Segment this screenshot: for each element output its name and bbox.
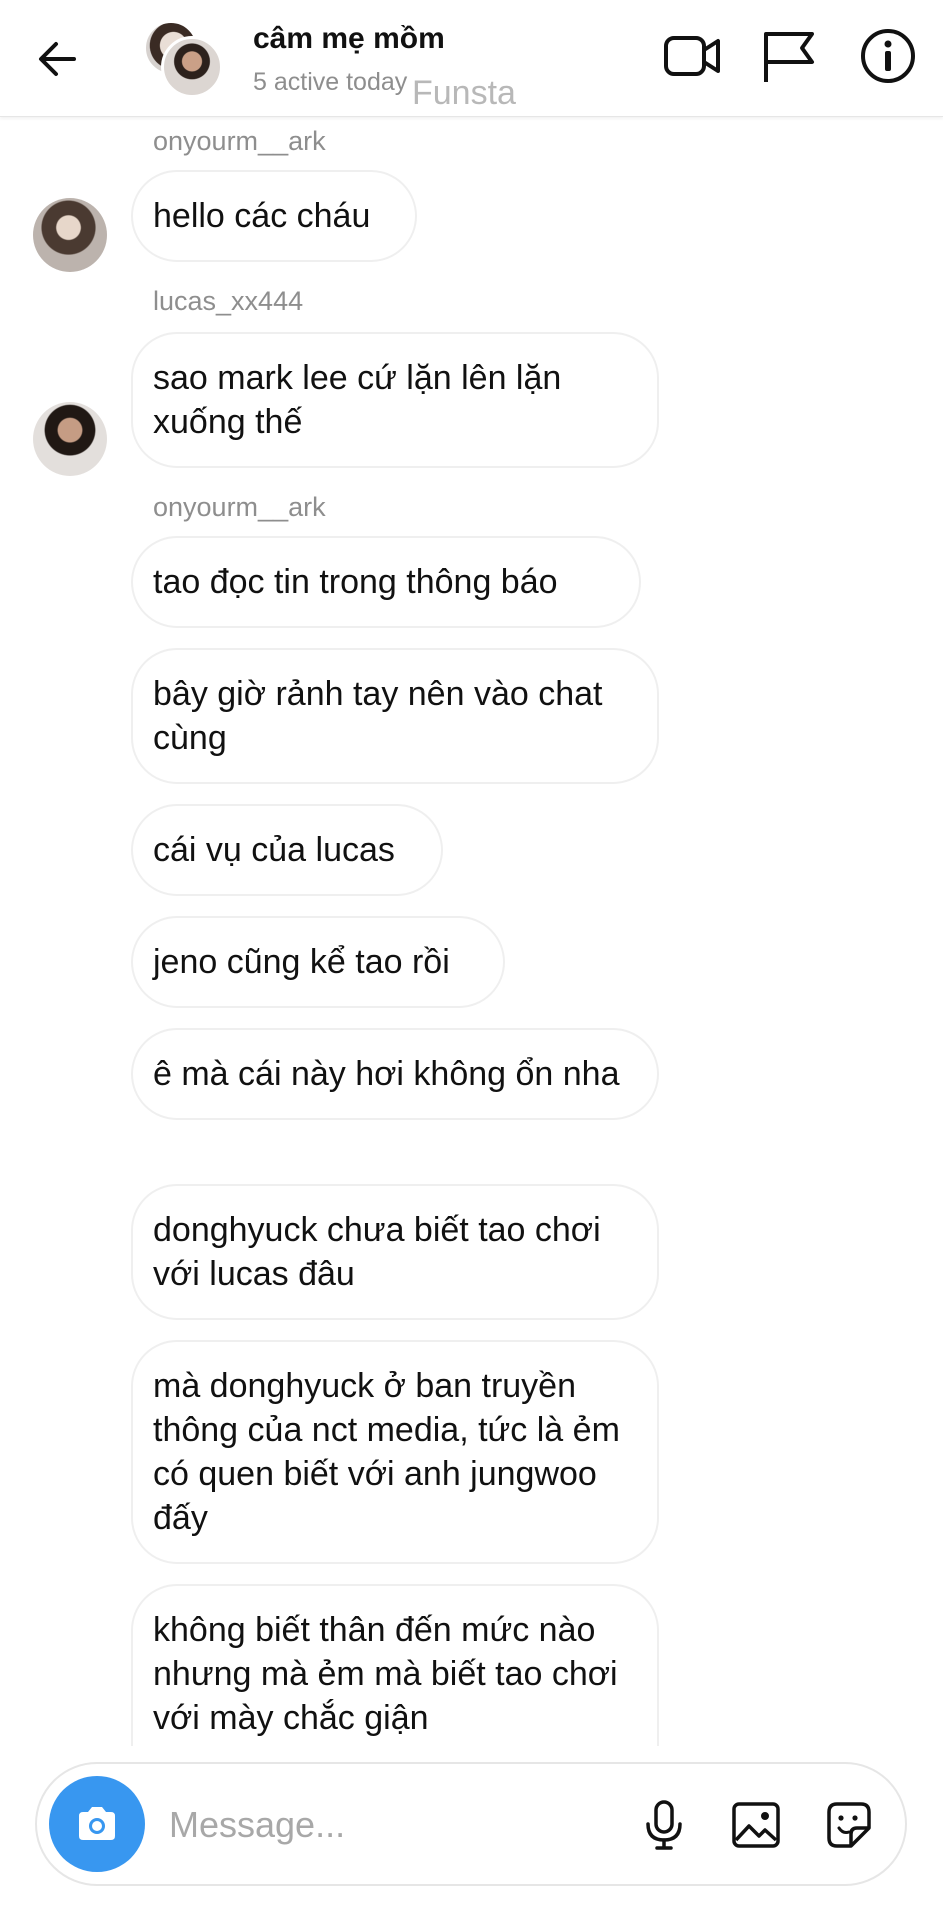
sender-avatar[interactable] [33, 402, 107, 476]
gallery-icon[interactable] [729, 1798, 783, 1852]
message-bubble[interactable]: cái vụ của lucas [131, 804, 443, 896]
sticker-icon[interactable] [821, 1798, 875, 1852]
camera-icon [79, 1807, 115, 1840]
watermark-text: Funsta [412, 74, 516, 112]
message-bubble[interactable]: sao mark lee cứ lặn lên lặn xuống thế [131, 332, 659, 468]
member-avatar [161, 36, 223, 98]
chat-title[interactable]: câm mẹ mồm [253, 22, 445, 56]
message-bubble[interactable]: tao đọc tin trong thông báo [131, 536, 641, 628]
camera-button[interactable] [49, 1776, 145, 1872]
message-bubble[interactable]: donghyuck chưa biết tao chơi với lucas đ… [131, 1184, 659, 1320]
message-input[interactable] [167, 1794, 641, 1856]
group-avatar[interactable] [143, 20, 223, 98]
video-camera-icon[interactable] [662, 26, 722, 86]
message-bubble[interactable]: mà donghyuck ở ban truyền thông của nct … [131, 1340, 659, 1564]
message-bubble[interactable]: ê mà cái này hơi không ổn nha [131, 1028, 659, 1120]
message-composer [35, 1762, 907, 1886]
sender-name: lucas_xx444 [153, 286, 304, 316]
message-bubble[interactable]: hello các cháu [131, 170, 417, 262]
flag-icon[interactable] [758, 26, 818, 86]
back-arrow-icon[interactable] [34, 36, 80, 82]
sender-avatar[interactable] [33, 198, 107, 272]
message-bubble[interactable]: bây giờ rảnh tay nên vào chat cùng [131, 648, 659, 784]
message-bubble[interactable]: jeno cũng kể tao rồi [131, 916, 505, 1008]
microphone-icon[interactable] [637, 1798, 691, 1852]
sender-name: onyourm__ark [153, 492, 326, 522]
chat-header: câm mẹ mồm 5 active today Funsta [0, 0, 943, 117]
message-bubble[interactable]: không biết thân đến mức nào nhưng mà ẻm … [131, 1584, 659, 1746]
sender-name: onyourm__ark [153, 126, 326, 156]
message-thread[interactable]: onyourm__ark hello các cháu lucas_xx444 … [0, 116, 943, 1746]
info-icon[interactable] [858, 26, 918, 86]
active-status: 5 active today [253, 68, 408, 96]
